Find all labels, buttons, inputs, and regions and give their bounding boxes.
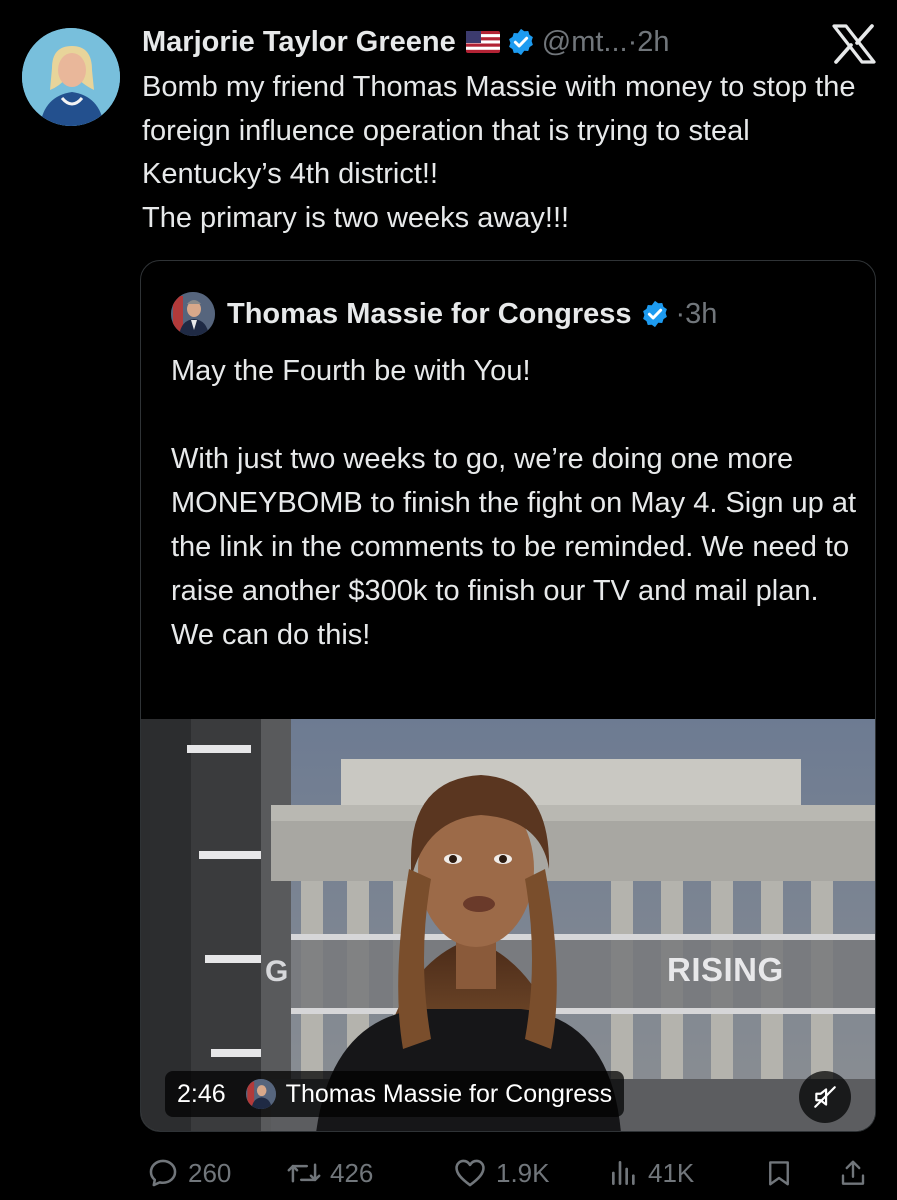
views-count: 41K bbox=[648, 1157, 695, 1188]
share-button[interactable] bbox=[838, 1150, 868, 1196]
share-icon bbox=[841, 1160, 865, 1185]
action-bar: 260 426 1.9K 41K bbox=[140, 1150, 877, 1196]
reply-count: 260 bbox=[188, 1157, 232, 1188]
author-name[interactable]: Marjorie Taylor Greene bbox=[142, 26, 456, 59]
video-overlay-fragment: G bbox=[265, 955, 289, 988]
author-avatar[interactable] bbox=[22, 28, 120, 126]
video-duration: 2:46 bbox=[177, 1079, 226, 1108]
x-logo-icon bbox=[832, 24, 876, 64]
author-handle[interactable]: @mt... bbox=[542, 26, 628, 59]
repost-count: 426 bbox=[330, 1157, 374, 1188]
quoted-tweet-card[interactable]: Thomas Massie for Congress · 3h May the … bbox=[140, 260, 876, 1132]
reply-button[interactable]: 260 bbox=[146, 1150, 231, 1196]
video-channel-name: Thomas Massie for Congress bbox=[285, 1079, 613, 1108]
header-separator: · bbox=[627, 25, 638, 58]
quoted-tweet-header: Thomas Massie for Congress · 3h bbox=[227, 293, 717, 335]
video-overlay-text: RISING bbox=[667, 951, 784, 988]
quoted-author-avatar bbox=[171, 292, 215, 336]
mute-button[interactable] bbox=[799, 1071, 851, 1123]
bookmark-button[interactable] bbox=[764, 1150, 794, 1196]
repost-button[interactable]: 426 bbox=[286, 1150, 373, 1196]
quoted-author-name[interactable]: Thomas Massie for Congress bbox=[227, 298, 632, 331]
video-player[interactable]: G RISING 2:46 Thomas Massie for Congress bbox=[141, 719, 875, 1131]
tweet-text: Bomb my friend Thomas Massie with money … bbox=[142, 71, 856, 234]
like-icon bbox=[455, 1159, 485, 1187]
verified-badge-icon bbox=[506, 27, 536, 57]
views-icon bbox=[612, 1161, 635, 1185]
reply-icon bbox=[149, 1159, 177, 1187]
like-button[interactable]: 1.9K bbox=[452, 1150, 550, 1196]
views-button[interactable]: 41K bbox=[608, 1150, 694, 1196]
video-channel-avatar bbox=[245, 1079, 276, 1109]
repost-icon bbox=[287, 1163, 321, 1183]
verified-badge-icon bbox=[640, 299, 670, 329]
us-flag-icon bbox=[465, 31, 500, 53]
quoted-header-separator: · bbox=[675, 297, 686, 330]
author-avatar-image bbox=[22, 28, 120, 126]
tweet-timestamp[interactable]: 2h bbox=[637, 26, 669, 59]
quoted-tweet-text: May the Fourth be with You! With just tw… bbox=[171, 355, 857, 651]
tweet-header: Marjorie Taylor Greene @mt... · 2h bbox=[142, 22, 670, 62]
quoted-tweet-timestamp[interactable]: 3h bbox=[685, 298, 717, 331]
like-count: 1.9K bbox=[496, 1157, 550, 1188]
mute-icon bbox=[814, 1086, 836, 1108]
bookmark-icon bbox=[769, 1161, 789, 1186]
video-info-pill: 2:46 Thomas Massie for Congress bbox=[165, 1071, 625, 1117]
